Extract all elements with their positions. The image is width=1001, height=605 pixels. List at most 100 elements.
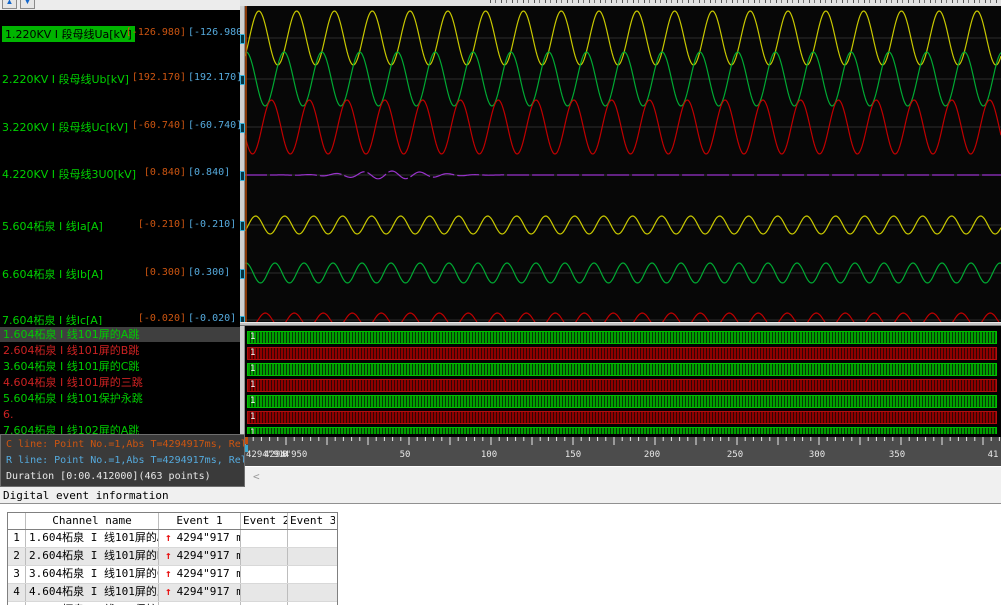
analog-channel-row[interactable]: 7.604柘泉 I 线Ic[A][-0.020][-0.020] (0, 312, 240, 325)
event-time: 4294"917 ms (177, 585, 241, 598)
event-table-row[interactable]: 22.604柘泉 I 线101屏的B跳↑4294"917 ms (8, 548, 337, 566)
digital-channel-label: 6. (0, 408, 14, 421)
scroll-left-arrow[interactable]: < (253, 470, 260, 483)
digital-state-bar: 1 (247, 331, 997, 344)
horizontal-scrollbar[interactable]: < (245, 466, 1001, 487)
c-cursor-value: [0.300] (144, 267, 186, 278)
digital-channel-row[interactable]: 6. (0, 407, 240, 422)
event-3-cell (288, 584, 335, 601)
digital-state-value: 1 (250, 380, 255, 391)
analog-channel-row[interactable]: 5.604柘泉 I 线Ia[A][-0.210][-0.210] (0, 218, 240, 233)
clipped-text-fragments (490, 0, 1001, 3)
event-1-cell: ↑ 4294"917 ms (159, 530, 241, 547)
digital-channel-label: 2.604柘泉 I 线101屏的B跳 (0, 344, 139, 357)
waveform-display[interactable] (245, 6, 1001, 322)
digital-channel-label: 7.604柘泉 I 线102屏的A跳 (0, 424, 139, 434)
digital-state-bar: 1 (247, 395, 997, 408)
event-2-cell (241, 584, 288, 601)
event-table-header-cell: Event 2 (241, 513, 288, 529)
event-3-cell (288, 548, 335, 565)
event-row-number: 4 (8, 584, 26, 601)
event-table-header-cell: Event 3 (288, 513, 335, 529)
rising-edge-icon: ↑ (165, 531, 172, 544)
digital-bars-display: 1 1 1 1 1 1 1 (245, 326, 1001, 434)
event-time: 4294"917 ms (177, 531, 241, 544)
ruler-tick-label: 41 (988, 450, 999, 460)
c-cursor-value: [0.840] (144, 167, 186, 178)
digital-channel-row[interactable]: 3.604柘泉 I 线101屏的C跳 (0, 359, 240, 374)
digital-channel-row[interactable]: 2.604柘泉 I 线101屏的B跳 (0, 343, 240, 358)
ruler-tick-label: 0 (282, 450, 287, 460)
c-cursor-value: [-0.210] (138, 219, 186, 230)
event-table-header-row: Channel nameEvent 1Event 2Event 3 (8, 513, 337, 530)
digital-state-value: 1 (250, 332, 255, 343)
digital-channel-row[interactable]: 7.604柘泉 I 线102屏的A跳 (0, 423, 240, 434)
event-time: 4294"917 ms (177, 567, 241, 580)
c-cursor-flag[interactable] (245, 437, 248, 444)
event-table-row[interactable]: 44.604柘泉 I 线101屏的三跳 ↑ 4294"917 ms (8, 584, 337, 602)
oscillograph-app-window: ▲ ▼ 1.220KV I 段母线Ua[kV][-126.980][-126.9… (0, 0, 1001, 605)
digital-state-bar: 1 (247, 411, 997, 424)
analog-channel-row[interactable]: 6.604柘泉 I 线Ib[A][0.300][0.300] (0, 266, 240, 281)
ruler-tick-label: 200 (644, 450, 660, 460)
digital-state-value: 1 (250, 396, 255, 407)
c-cursor-value: [-60.740] (132, 120, 186, 131)
event-2-cell (241, 530, 288, 547)
analog-channel-row[interactable]: 4.220KV I 段母线3U0[kV] [0.840][0.840] (0, 166, 240, 181)
event-table: Channel nameEvent 1Event 2Event 311.604柘… (7, 512, 338, 605)
analog-channel-label: 4.220KV I 段母线3U0[kV] (2, 166, 136, 182)
event-channel-name: 4.604柘泉 I 线101屏的三跳 (26, 584, 159, 601)
r-cursor-value: [192.170] (188, 72, 240, 83)
digital-channel-row[interactable]: 1.604柘泉 I 线101屏的A跳 (0, 327, 240, 342)
c-line-status: C line: Point No.=1,Abs T=4294917ms, Rel… (6, 439, 245, 450)
digital-state-value: 1 (250, 428, 255, 434)
analog-channel-row[interactable]: 3.220KV I 段母线Uc[kV][-60.740][-60.740] (0, 119, 240, 134)
digital-state-bar: 1 (247, 427, 997, 434)
r-cursor-value: [-60.740] (188, 120, 240, 131)
ruler-tick-label: 350 (889, 450, 905, 460)
analog-channel-label: 7.604柘泉 I 线Ic[A] (2, 312, 102, 325)
c-cursor-value: [-0.020] (138, 313, 186, 324)
digital-state-value: 1 (250, 364, 255, 375)
digital-channel-row[interactable]: 4.604柘泉 I 线101屏的三跳 (0, 375, 240, 390)
analog-channel-label: 2.220KV I 段母线Ub[kV] (2, 71, 129, 87)
event-row-number: 3 (8, 566, 26, 583)
ruler-tick-label: 50 (400, 450, 411, 460)
r-cursor-value: [0.840] (188, 167, 230, 178)
event-table-row[interactable]: 11.604柘泉 I 线101屏的A跳↑4294"917 ms (8, 530, 337, 548)
digital-state-value: 1 (250, 412, 255, 423)
ruler-tick-label: 150 (565, 450, 581, 460)
analog-channel-row[interactable]: 1.220KV I 段母线Ua[kV][-126.980][-126.980] (0, 26, 240, 41)
event-1-cell: ↑ 4294"917 ms (159, 584, 241, 601)
cursor-status-panel: C line: Point No.=1,Abs T=4294917ms, Rel… (0, 434, 245, 487)
event-table-header-cell (8, 513, 26, 529)
digital-channel-label: 3.604柘泉 I 线101屏的C跳 (0, 360, 139, 373)
ruler-tick-label: 100 (481, 450, 497, 460)
rising-edge-icon: ↑ (165, 585, 172, 598)
event-table-header-cell: Event 1 (159, 513, 241, 529)
event-time: 4294"917 ms (177, 549, 241, 562)
event-2-cell (241, 566, 288, 583)
analog-channel-row[interactable]: 2.220KV I 段母线Ub[kV][192.170][192.170] (0, 71, 240, 86)
digital-state-bar: 1 (247, 347, 997, 360)
time-ruler[interactable]: 4294"9144294"95005010015020025030035041 (245, 437, 1001, 466)
ruler-ticks (245, 437, 1001, 449)
event-1-cell: ↑4294"917 ms (159, 566, 241, 583)
waveform-svg (245, 6, 1001, 322)
toolbar-prev-channel-button[interactable]: ▲ (2, 0, 17, 9)
r-cursor-value: [0.300] (188, 267, 230, 278)
toolbar-next-channel-button[interactable]: ▼ (20, 0, 35, 9)
digital-state-bar: 1 (247, 379, 997, 392)
analog-channel-panel: 1.220KV I 段母线Ua[kV][-126.980][-126.980] 2… (0, 10, 240, 325)
analog-channel-label: 5.604柘泉 I 线Ia[A] (2, 218, 103, 234)
r-cursor-value: [-126.980] (188, 27, 240, 38)
event-section-title: Digital event information (3, 489, 169, 502)
event-row-number: 2 (8, 548, 26, 565)
event-1-cell: ↑4294"917 ms (159, 548, 241, 565)
digital-channel-row[interactable]: 5.604柘泉 I 线101保护永跳 (0, 391, 240, 406)
c-cursor-value: [-126.980] (126, 27, 186, 38)
event-channel-name: 2.604柘泉 I 线101屏的B跳 (26, 548, 159, 565)
waveform-trace-Ic (245, 313, 1001, 322)
event-table-row[interactable]: 33.604柘泉 I 线101屏的C跳↑4294"917 ms (8, 566, 337, 584)
event-channel-name: 1.604柘泉 I 线101屏的A跳 (26, 530, 159, 547)
